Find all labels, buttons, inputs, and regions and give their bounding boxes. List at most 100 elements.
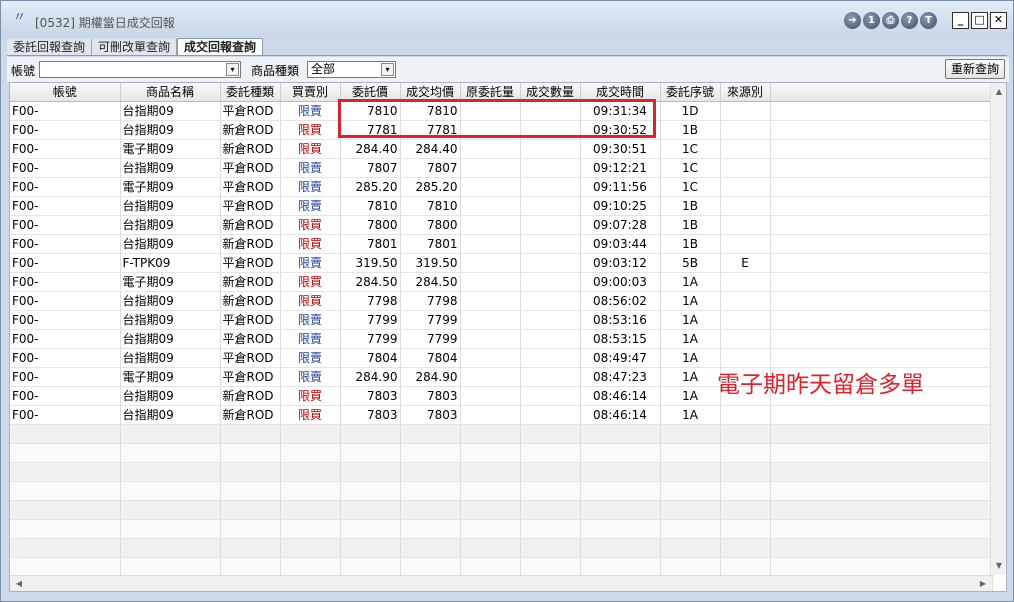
cell-seq: 1A bbox=[660, 367, 721, 387]
empty-cell bbox=[660, 462, 721, 482]
cell-product: 台指期09 bbox=[120, 158, 221, 178]
cell-fill-qty bbox=[520, 139, 581, 159]
cell-source bbox=[720, 272, 771, 292]
table-row[interactable]: F00- 台指期09 平倉ROD 限賣 7810 7810 09:10:25 1B bbox=[10, 196, 993, 216]
cell-side: 限買 bbox=[280, 215, 341, 235]
title-bar[interactable]: 〃 [0532] 期權當日成交回報 ➔ 1 ⎙? T _ □ ✕ bbox=[1, 1, 1013, 37]
close-icon[interactable]: ✕ bbox=[990, 12, 1007, 29]
scroll-down-icon[interactable]: ▼ bbox=[991, 559, 1006, 573]
column-header[interactable]: 委託種類 bbox=[220, 83, 281, 102]
info-icon[interactable]: 1 bbox=[863, 12, 880, 29]
cell-side: 限賣 bbox=[280, 367, 341, 387]
cell-side: 限賣 bbox=[280, 196, 341, 216]
cell-filler bbox=[770, 120, 993, 140]
cell-order-type: 平倉ROD bbox=[220, 310, 281, 330]
cell-filler bbox=[770, 139, 993, 159]
table-row[interactable]: F00- 台指期09 新倉ROD 限買 7803 7803 08:46:14 1A bbox=[10, 405, 993, 425]
empty-cell bbox=[770, 443, 993, 463]
cell-source bbox=[720, 405, 771, 425]
maximize-icon[interactable]: □ bbox=[971, 12, 988, 29]
cell-fill-qty bbox=[520, 215, 581, 235]
table-row[interactable]: F00- 台指期09 新倉ROD 限買 7798 7798 08:56:02 1A bbox=[10, 291, 993, 311]
topmost-icon[interactable]: T bbox=[920, 12, 937, 29]
table-row[interactable]: F00- 電子期09 平倉ROD 限賣 285.20 285.20 09:11:56 1C bbox=[10, 177, 993, 197]
column-header[interactable]: 帳號 bbox=[10, 83, 121, 102]
empty-cell bbox=[400, 519, 461, 539]
cell-price: 7798 bbox=[340, 291, 401, 311]
cell-product: 台指期09 bbox=[120, 348, 221, 368]
print-icon[interactable]: ⎙ bbox=[882, 12, 899, 29]
app-logo-icon: 〃 bbox=[13, 10, 27, 25]
cell-price: 319.50 bbox=[340, 253, 401, 273]
chevron-down-icon[interactable]: ▾ bbox=[381, 63, 394, 76]
table-row[interactable]: F00- 台指期09 平倉ROD 限賣 7799 7799 08:53:15 1A bbox=[10, 329, 993, 349]
cell-source bbox=[720, 101, 771, 121]
empty-cell bbox=[660, 557, 721, 577]
cell-time: 08:46:14 bbox=[580, 405, 661, 425]
refresh-button[interactable]: 重新查詢 bbox=[945, 59, 1005, 79]
cell-account: F00- bbox=[10, 272, 121, 292]
empty-cell bbox=[580, 500, 661, 520]
vertical-scrollbar[interactable]: ▲ ▼ bbox=[990, 83, 1006, 575]
tab-1[interactable]: 可刪改單查詢 bbox=[92, 39, 178, 55]
scroll-up-icon[interactable]: ▲ bbox=[991, 85, 1006, 99]
cell-side: 限買 bbox=[280, 405, 341, 425]
minimize-icon[interactable]: _ bbox=[952, 12, 969, 29]
chevron-down-icon[interactable]: ▾ bbox=[226, 63, 239, 76]
exit-icon[interactable]: ➔ bbox=[844, 12, 861, 29]
cell-time: 08:46:14 bbox=[580, 386, 661, 406]
cell-side: 限賣 bbox=[280, 158, 341, 178]
toolbar-buttons: ➔ 1 ⎙? T bbox=[844, 12, 937, 29]
column-header[interactable]: 商品名稱 bbox=[120, 83, 221, 102]
horizontal-scrollbar[interactable]: ◀ ▶ bbox=[10, 575, 992, 591]
cell-time: 09:03:44 bbox=[580, 234, 661, 254]
cell-fill-qty bbox=[520, 367, 581, 387]
cell-price: 7801 bbox=[340, 234, 401, 254]
cell-filler bbox=[770, 177, 993, 197]
table-row[interactable]: F00- 台指期09 新倉ROD 限買 7800 7800 09:07:28 1B bbox=[10, 215, 993, 235]
table-row[interactable]: F00- 台指期09 平倉ROD 限賣 7807 7807 09:12:21 1C bbox=[10, 158, 993, 178]
column-header[interactable]: 來源別 bbox=[720, 83, 771, 102]
cell-order-type: 新倉ROD bbox=[220, 139, 281, 159]
cell-account: F00- bbox=[10, 177, 121, 197]
tab-0[interactable]: 委託回報查詢 bbox=[7, 39, 93, 55]
empty-cell bbox=[460, 462, 521, 482]
table-row[interactable]: F00- 電子期09 新倉ROD 限買 284.50 284.50 09:00:03 1A bbox=[10, 272, 993, 292]
table-row[interactable]: F00- 台指期09 平倉ROD 限賣 7799 7799 08:53:16 1A bbox=[10, 310, 993, 330]
cell-fill-qty bbox=[520, 348, 581, 368]
empty-cell bbox=[120, 538, 221, 558]
account-combo[interactable]: ▾ bbox=[39, 61, 241, 78]
cell-avg-price: 319.50 bbox=[400, 253, 461, 273]
product-type-combo[interactable]: 全部 ▾ bbox=[307, 61, 396, 78]
cell-seq: 1A bbox=[660, 329, 721, 349]
scroll-right-icon[interactable]: ▶ bbox=[976, 576, 990, 591]
empty-cell bbox=[520, 519, 581, 539]
table-row[interactable]: F00- 電子期09 新倉ROD 限買 284.40 284.40 09:30:51 1C bbox=[10, 139, 993, 159]
help-icon[interactable]: ? bbox=[901, 12, 918, 29]
empty-cell bbox=[340, 557, 401, 577]
tab-2[interactable]: 成交回報查詢 bbox=[177, 38, 264, 55]
empty-cell bbox=[520, 443, 581, 463]
account-label: 帳號 bbox=[11, 64, 36, 78]
cell-order-type: 新倉ROD bbox=[220, 234, 281, 254]
cell-avg-price: 7800 bbox=[400, 215, 461, 235]
column-header[interactable]: 買賣別 bbox=[280, 83, 341, 102]
empty-cell bbox=[400, 557, 461, 577]
cell-source bbox=[720, 215, 771, 235]
scroll-left-icon[interactable]: ◀ bbox=[12, 576, 26, 591]
table-row[interactable]: F00- F-TPK09 平倉ROD 限賣 319.50 319.50 09:03:12 5B… bbox=[10, 253, 993, 273]
cell-fill-qty bbox=[520, 310, 581, 330]
cell-price: 284.90 bbox=[340, 367, 401, 387]
cell-side: 限賣 bbox=[280, 329, 341, 349]
cell-source bbox=[720, 196, 771, 216]
cell-time: 09:00:03 bbox=[580, 272, 661, 292]
cell-orig-qty bbox=[460, 405, 521, 425]
empty-cell bbox=[400, 500, 461, 520]
empty-cell bbox=[720, 500, 771, 520]
empty-cell bbox=[120, 462, 221, 482]
cell-order-type: 新倉ROD bbox=[220, 215, 281, 235]
column-header[interactable]: 委託序號 bbox=[660, 83, 721, 102]
table-row[interactable]: F00- 台指期09 新倉ROD 限買 7801 7801 09:03:44 1B bbox=[10, 234, 993, 254]
cell-avg-price: 7798 bbox=[400, 291, 461, 311]
empty-cell bbox=[460, 481, 521, 501]
